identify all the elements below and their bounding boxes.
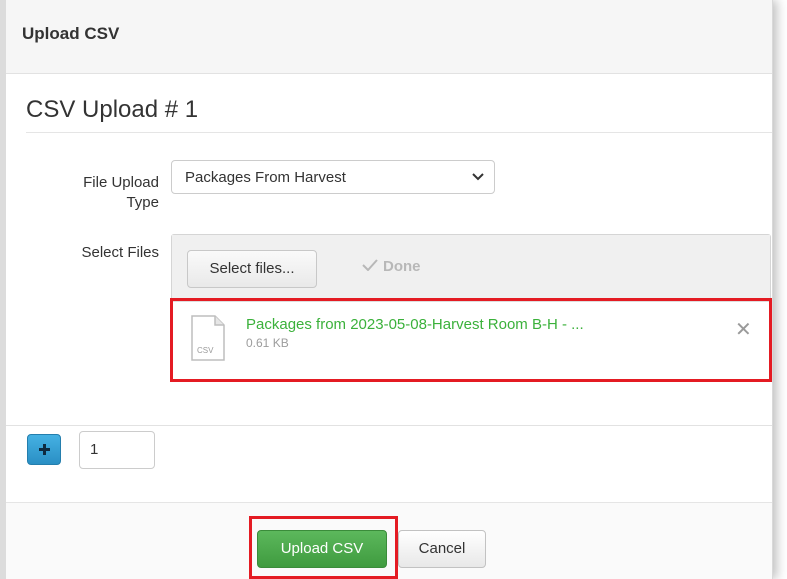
section-divider <box>26 132 772 133</box>
add-row-divider <box>6 425 772 426</box>
files-toolbar: Select files... Done <box>172 235 770 302</box>
uploaded-file-row: CSV Packages from 2023-05-08-Harvest Roo… <box>172 302 770 379</box>
select-files-button[interactable]: Select files... <box>187 250 317 288</box>
checkmark-icon <box>362 258 378 275</box>
file-upload-type-label-line2: Type <box>126 194 159 211</box>
file-upload-type-label: File Upload Type <box>63 174 159 211</box>
done-button[interactable]: Done <box>362 258 421 275</box>
dialog-footer <box>6 503 772 579</box>
done-label: Done <box>383 258 421 275</box>
uploaded-file-size: 0.61 KB <box>246 336 289 350</box>
remove-file-icon[interactable]: ✕ <box>735 317 752 342</box>
uploaded-file-name: Packages from 2023-05-08-Harvest Room B-… <box>246 316 584 333</box>
dialog-body: CSV Upload # 1 File Upload Type Packages… <box>6 74 772 425</box>
plus-icon-vertical <box>43 444 46 455</box>
section-title: CSV Upload # 1 <box>26 96 199 123</box>
upload-csv-button[interactable]: Upload CSV <box>257 530 387 568</box>
dialog-title: Upload CSV <box>22 24 120 43</box>
add-upload-button[interactable] <box>27 434 61 465</box>
chevron-down-icon <box>472 173 484 181</box>
files-upload-panel: Select files... Done CSV Packages from 2… <box>171 234 771 380</box>
file-upload-type-label-line1: File Upload <box>83 174 159 191</box>
upload-count-input[interactable]: 1 <box>79 431 155 469</box>
select-files-label: Select Files <box>81 244 159 261</box>
csv-icon-text: CSV <box>197 346 214 355</box>
csv-file-icon: CSV <box>191 315 225 361</box>
dialog-header: Upload CSV <box>6 0 772 74</box>
cancel-button[interactable]: Cancel <box>398 530 486 568</box>
upload-csv-dialog: Upload CSV CSV Upload # 1 File Upload Ty… <box>0 0 773 579</box>
file-upload-type-select[interactable]: Packages From Harvest <box>171 160 495 194</box>
file-upload-type-value: Packages From Harvest <box>185 169 346 186</box>
